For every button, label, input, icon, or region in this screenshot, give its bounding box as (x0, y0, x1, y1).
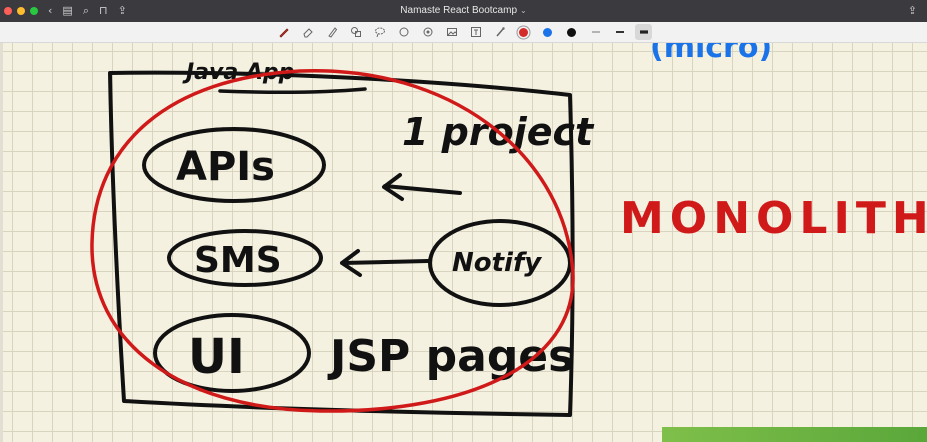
element-tool[interactable] (419, 24, 436, 40)
ui-label: UI (188, 329, 245, 385)
highlighter-tool[interactable] (323, 24, 340, 40)
shape-tool[interactable] (347, 24, 364, 40)
black-color-dot (567, 27, 576, 37)
search-icon[interactable]: ⌕ (83, 0, 89, 22)
lasso-select-tool[interactable] (395, 24, 412, 40)
window-controls (4, 7, 38, 15)
presenter-video-preview (662, 427, 927, 442)
color-red-swatch[interactable] (515, 24, 532, 40)
image-tool[interactable] (443, 24, 460, 40)
drawing-toolbar (0, 22, 927, 43)
java-app-underline (218, 87, 367, 95)
thick-stroke-icon (639, 30, 648, 34)
micro-label: (micro) (650, 43, 772, 65)
laser-tool[interactable] (491, 24, 508, 40)
zoom-window-button[interactable] (30, 7, 38, 15)
text-icon (470, 27, 481, 37)
lasso-icon (374, 27, 385, 38)
bookmark-icon[interactable]: ⊓ (99, 0, 108, 22)
stroke-thick-option[interactable] (635, 24, 652, 40)
lasso-select-icon (399, 27, 408, 37)
notify-label: Notify (452, 248, 542, 278)
blue-color-dot (543, 27, 552, 37)
app-window: ‹ ▤ ⌕ ⊓ ⇪ Namaste React Bootcamp ⌄ ⇪ Jav… (0, 0, 927, 442)
thin-stroke-icon (591, 31, 600, 33)
arrow-to-sms (340, 249, 430, 277)
text-tool[interactable] (467, 24, 484, 40)
canvas-left-edge (0, 43, 3, 442)
note-canvas[interactable]: Java App APIs SMS UI JSP pages 1 project… (0, 43, 927, 442)
red-color-dot (519, 27, 528, 37)
stroke-thin-option[interactable] (587, 24, 604, 40)
laser-icon (495, 27, 505, 37)
stroke-medium-option[interactable] (611, 24, 628, 40)
shapes-icon (350, 27, 361, 37)
color-black-swatch[interactable] (563, 24, 580, 40)
close-window-button[interactable] (4, 7, 12, 15)
pen-icon (278, 28, 289, 38)
minimize-window-button[interactable] (17, 7, 25, 15)
title-bar: ‹ ▤ ⌕ ⊓ ⇪ Namaste React Bootcamp ⌄ ⇪ (0, 0, 927, 22)
arrow-to-apis (382, 173, 462, 201)
share-icon[interactable]: ⇪ (118, 0, 127, 22)
export-icon[interactable]: ⇪ (908, 0, 917, 22)
sms-label: SMS (194, 240, 282, 281)
chevron-down-icon: ⌄ (520, 6, 527, 15)
color-blue-swatch[interactable] (539, 24, 556, 40)
document-title-text: Namaste React Bootcamp (400, 5, 517, 16)
back-icon[interactable]: ‹ (48, 0, 52, 22)
apis-label: APIs (176, 144, 275, 190)
highlighter-icon (327, 27, 337, 38)
pen-tool[interactable] (275, 24, 292, 40)
handwriting-layer: Java App APIs SMS UI JSP pages 1 project… (90, 43, 927, 417)
image-icon (446, 28, 457, 36)
sidebar-toggle-icon[interactable]: ▤ (62, 0, 72, 22)
lasso-tool[interactable] (371, 24, 388, 40)
eraser-tool[interactable] (299, 24, 316, 40)
medium-stroke-icon (615, 31, 624, 33)
eraser-icon (302, 28, 313, 38)
element-icon (423, 27, 432, 37)
monolith-label: MONOLITH (620, 193, 927, 244)
document-title[interactable]: Namaste React Bootcamp ⌄ (0, 0, 927, 22)
